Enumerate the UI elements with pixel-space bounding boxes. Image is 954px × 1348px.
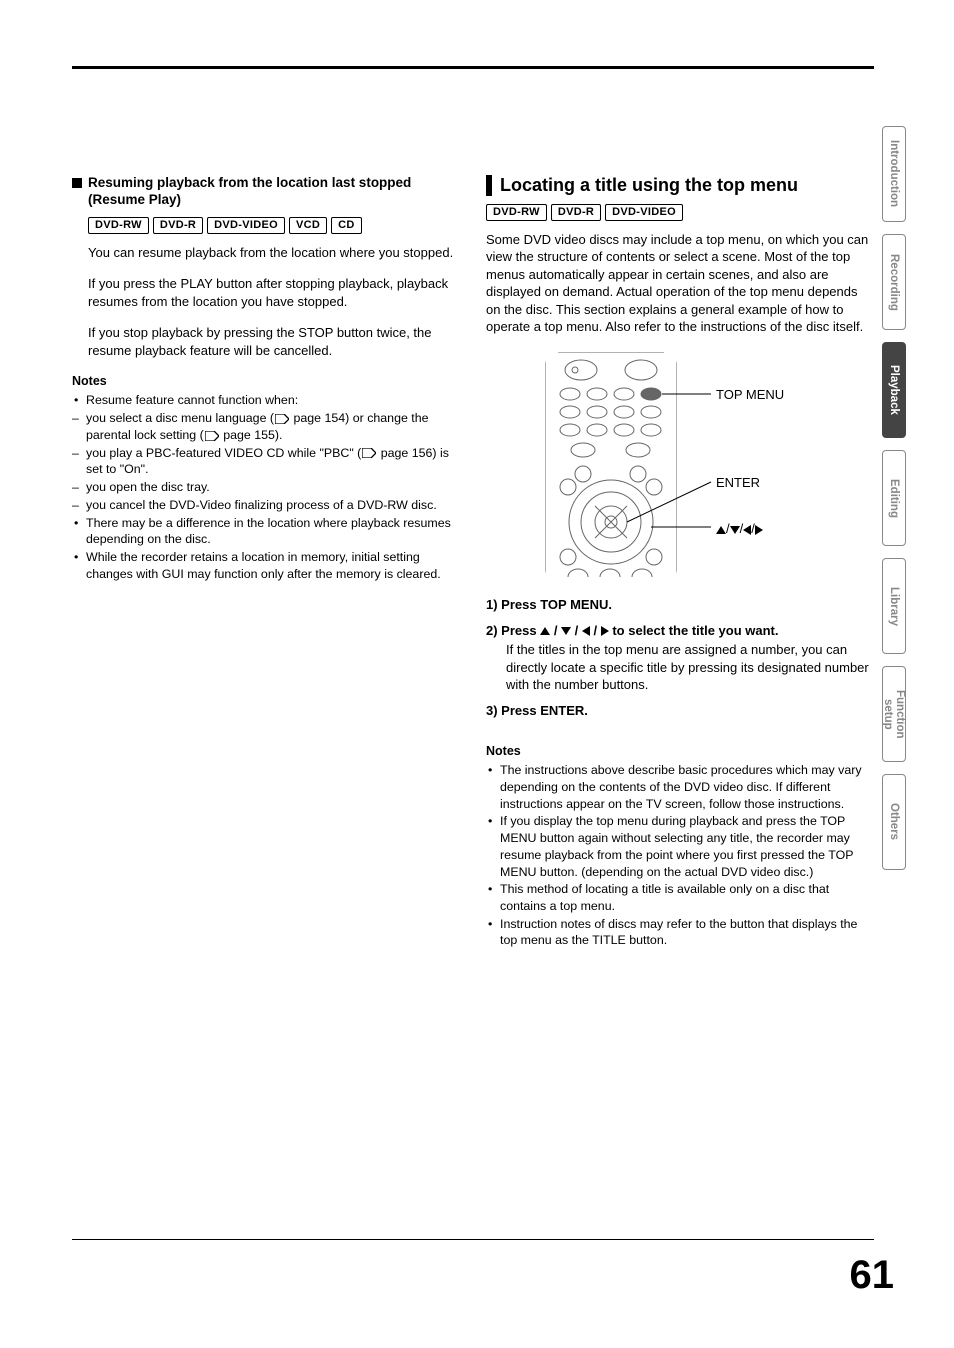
tab-playback[interactable]: Playback xyxy=(882,342,906,438)
note-text: you play a PBC-featured VIDEO CD while "… xyxy=(86,446,361,460)
tab-function-setup[interactable]: Function setup xyxy=(882,666,906,762)
note-item: you play a PBC-featured VIDEO CD while "… xyxy=(72,445,458,478)
tab-recording[interactable]: Recording xyxy=(882,234,906,330)
note-item: you open the disc tray. xyxy=(72,479,458,496)
locating-title-badges: DVD-RW DVD-R DVD-VIDEO xyxy=(486,204,872,221)
page-ref-icon xyxy=(275,414,289,424)
badge-dvdrw: DVD-RW xyxy=(486,204,547,221)
note-text: you cancel the DVD-Video finalizing proc… xyxy=(86,498,437,512)
square-bullet-icon xyxy=(72,178,82,188)
page-number: 61 xyxy=(850,1253,895,1298)
resume-play-heading: Resuming playback from the location last… xyxy=(88,175,458,209)
tab-introduction[interactable]: Introduction xyxy=(882,126,906,222)
tab-editing[interactable]: Editing xyxy=(882,450,906,546)
note-text: There may be a difference in the locatio… xyxy=(86,516,451,547)
footer-rule xyxy=(72,1239,874,1240)
note-text: This method of locating a title is avail… xyxy=(500,882,829,913)
note-item: you select a disc menu language ( page 1… xyxy=(72,410,458,443)
notes-list-right: The instructions above describe basic pr… xyxy=(486,762,872,949)
step-3: 3) Press ENTER. xyxy=(486,702,872,720)
note-text: you select a disc menu language ( xyxy=(86,411,274,425)
note-item: Resume feature cannot function when: xyxy=(72,392,458,409)
resume-play-heading-row: Resuming playback from the location last… xyxy=(72,175,458,209)
resume-play-badges: DVD-RW DVD-R DVD-VIDEO VCD CD xyxy=(88,217,458,234)
right-arrow-icon xyxy=(601,626,609,636)
resume-p1: You can resume playback from the locatio… xyxy=(88,244,458,262)
badge-dvdr: DVD-R xyxy=(551,204,601,221)
note-text: While the recorder retains a location in… xyxy=(86,550,441,581)
resume-p3: If you stop playback by pressing the STO… xyxy=(88,324,458,359)
right-arrow-icon xyxy=(755,525,763,535)
label-arrows: /// xyxy=(716,520,763,538)
resume-p2: If you press the PLAY button after stopp… xyxy=(88,275,458,310)
label-enter: ENTER xyxy=(716,474,760,492)
notes-heading-right: Notes xyxy=(486,743,872,760)
tab-others[interactable]: Others xyxy=(882,774,906,870)
label-top-menu: TOP MENU xyxy=(716,386,784,404)
note-item: This method of locating a title is avail… xyxy=(486,881,872,914)
notes-heading-left: Notes xyxy=(72,373,458,390)
step-2-line: 2) Press / / / to select the title you w… xyxy=(486,622,872,640)
note-text: If you display the top menu during playb… xyxy=(500,814,853,878)
tab-library[interactable]: Library xyxy=(882,558,906,654)
remote-svg-icon xyxy=(536,352,856,582)
locating-title-heading-wrap: Locating a title using the top menu xyxy=(486,175,872,196)
badge-cd: CD xyxy=(331,217,362,234)
page-ref-icon xyxy=(362,448,376,458)
step-2-lead: 2) Press xyxy=(486,623,540,638)
right-column: Locating a title using the top menu DVD-… xyxy=(486,175,872,950)
step-2-tail: to select the title you want. xyxy=(609,623,779,638)
note-text: page 155). xyxy=(220,428,283,442)
left-arrow-icon xyxy=(582,626,590,636)
note-text: you open the disc tray. xyxy=(86,480,210,494)
notes-list-left: Resume feature cannot function when: you… xyxy=(72,392,458,582)
badge-dvdr: DVD-R xyxy=(153,217,203,234)
note-item: The instructions above describe basic pr… xyxy=(486,762,872,812)
section-bar-icon xyxy=(486,175,492,196)
up-arrow-icon xyxy=(540,627,550,635)
left-arrow-icon xyxy=(743,525,751,535)
step-3-line: 3) Press ENTER. xyxy=(486,702,872,720)
up-arrow-icon xyxy=(716,526,726,534)
badge-dvdrw: DVD-RW xyxy=(88,217,149,234)
content-area: Resuming playback from the location last… xyxy=(72,175,872,950)
side-tabs: Introduction Recording Playback Editing … xyxy=(882,126,906,870)
page-top-rule xyxy=(72,66,874,69)
step-1: 1) Press TOP MENU. xyxy=(486,596,872,614)
down-arrow-icon xyxy=(561,627,571,635)
locating-intro: Some DVD video discs may include a top m… xyxy=(486,231,872,336)
note-text: The instructions above describe basic pr… xyxy=(500,763,862,810)
note-text: Resume feature cannot function when: xyxy=(86,393,298,407)
note-item: Instruction notes of discs may refer to … xyxy=(486,916,872,949)
note-item: you cancel the DVD-Video finalizing proc… xyxy=(72,497,458,514)
note-item: If you display the top menu during playb… xyxy=(486,813,872,880)
note-text: Instruction notes of discs may refer to … xyxy=(500,917,857,948)
left-column: Resuming playback from the location last… xyxy=(72,175,458,950)
remote-diagram: TOP MENU ENTER /// xyxy=(536,352,856,582)
locating-title-heading: Locating a title using the top menu xyxy=(500,175,798,196)
badge-vcd: VCD xyxy=(289,217,327,234)
note-item: There may be a difference in the locatio… xyxy=(72,515,458,548)
down-arrow-icon xyxy=(730,526,740,534)
step-2-body: If the titles in the top menu are assign… xyxy=(506,641,872,694)
badge-dvdvideo: DVD-VIDEO xyxy=(605,204,683,221)
page-ref-icon xyxy=(205,431,219,441)
note-item: While the recorder retains a location in… xyxy=(72,549,458,582)
badge-dvdvideo: DVD-VIDEO xyxy=(207,217,285,234)
step-1-line: 1) Press TOP MENU. xyxy=(486,596,872,614)
step-2: 2) Press / / / to select the title you w… xyxy=(486,622,872,694)
